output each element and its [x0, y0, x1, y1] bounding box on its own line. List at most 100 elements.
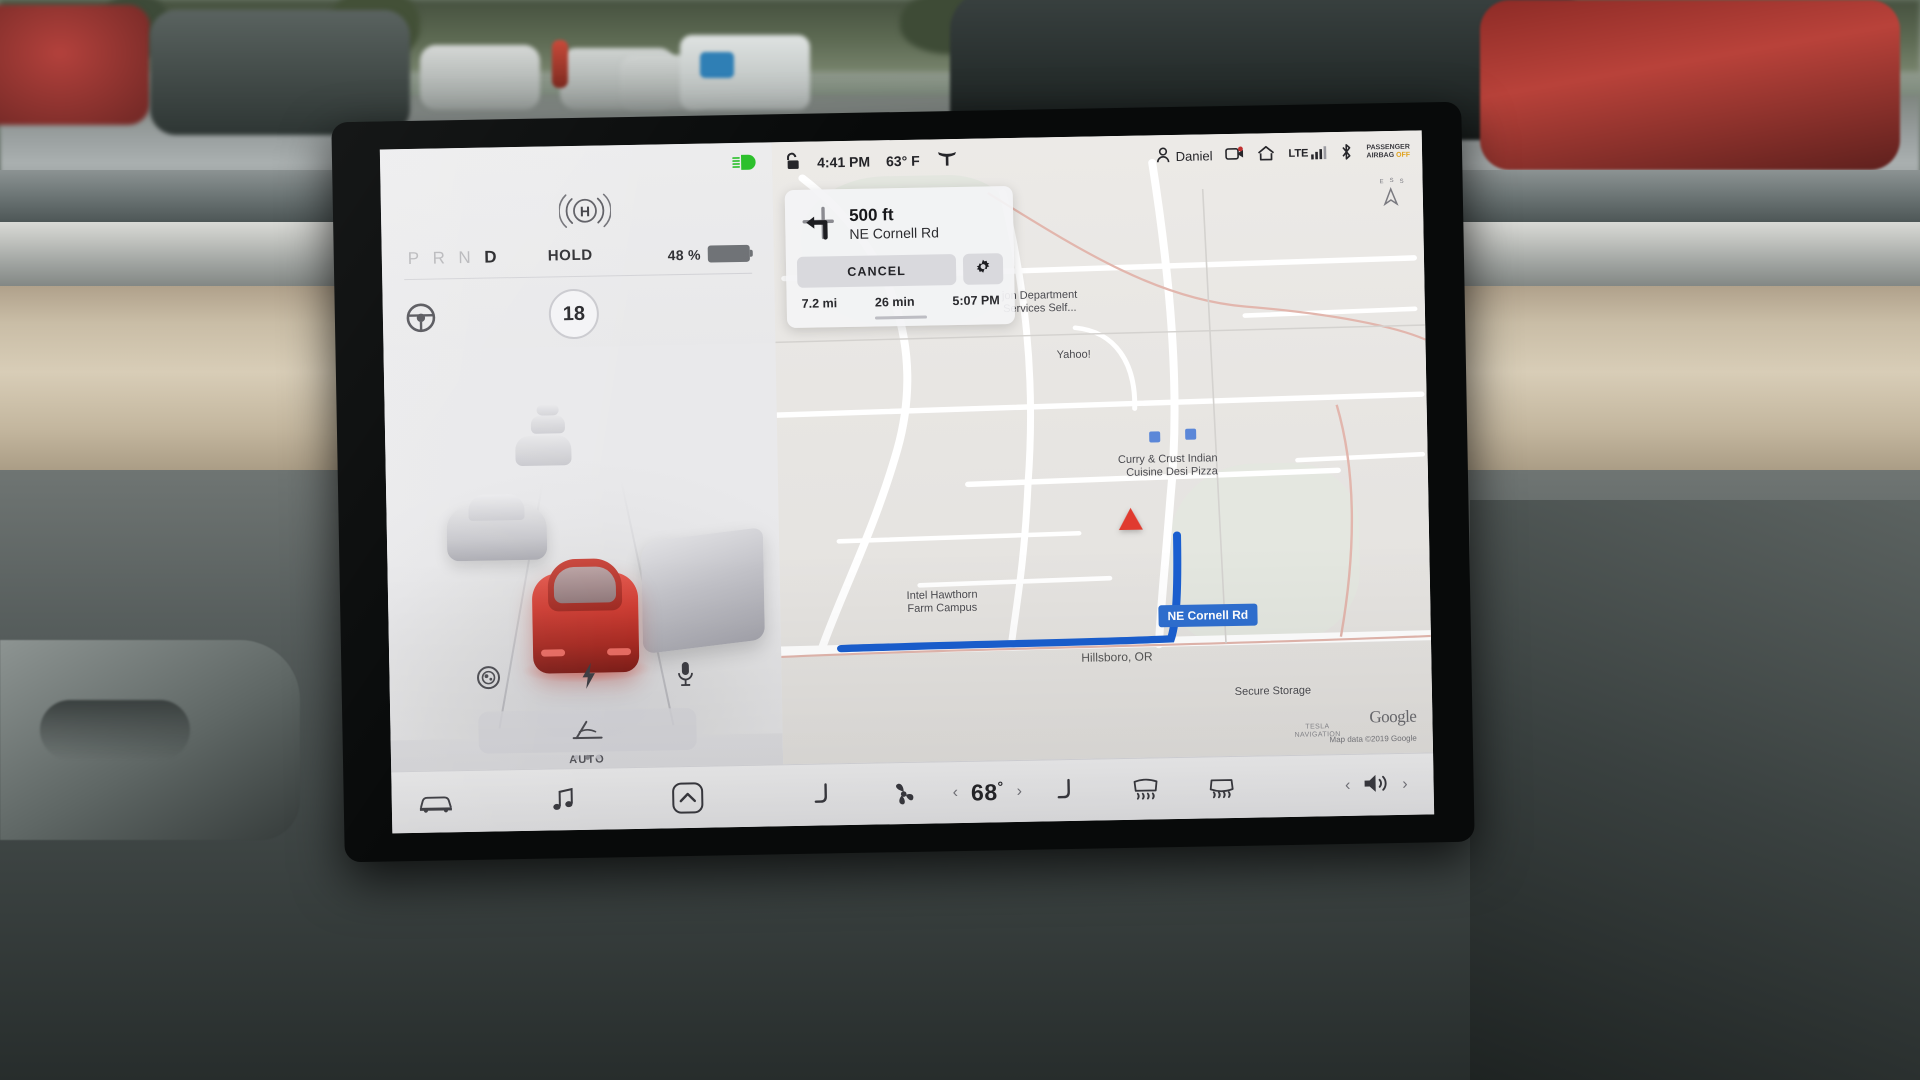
tesla-touchscreen[interactable]: H P R N D HOLD 48 % 18 AUTO jon Departme…: [379, 130, 1435, 834]
airbag-line2: AIRBAG: [1366, 151, 1395, 160]
detected-vehicle-far: [536, 404, 559, 416]
temperature-value: 68°: [970, 777, 1004, 806]
gear-p: P: [407, 248, 420, 269]
drive-panel-status-icons: [380, 142, 773, 191]
seat-heater-left-icon[interactable]: [812, 782, 830, 808]
dashcam-icon[interactable]: [476, 664, 502, 690]
poi-label[interactable]: Secure Storage: [1218, 684, 1328, 699]
gear-n: N: [458, 247, 472, 268]
navigation-map[interactable]: jon Department Services Self... Yahoo! Cu…: [771, 130, 1434, 765]
charging-bolt-icon[interactable]: [578, 662, 599, 690]
poi-pin-red-icon[interactable]: [1220, 452, 1233, 465]
headlight-beam-icon[interactable]: [732, 154, 758, 174]
driver-profile[interactable]: Daniel: [1155, 146, 1213, 166]
driving-visualization-panel[interactable]: H P R N D HOLD 48 % 18 AUTO: [379, 142, 784, 772]
svg-text:S: S: [1390, 178, 1394, 184]
nav-street-name: NE Cornell Rd: [849, 224, 940, 243]
dashcam-record-icon[interactable]: [1225, 146, 1244, 164]
cellular-bars-icon: [1311, 145, 1327, 162]
van-logo: [700, 52, 734, 78]
steering-wheel-icon[interactable]: [405, 302, 438, 338]
hold-label: HOLD: [547, 246, 593, 265]
media-previous-button[interactable]: ‹: [1345, 776, 1351, 794]
detected-vehicle-right: [641, 527, 765, 655]
signal-label: LTE: [1288, 147, 1309, 160]
nav-distance: 500 ft: [848, 204, 894, 225]
google-logo: Google: [1369, 706, 1417, 727]
battery-indicator[interactable]: 48 %: [668, 244, 750, 264]
seat-heater-right-icon[interactable]: [1056, 777, 1074, 803]
cellular-status[interactable]: LTE: [1288, 145, 1327, 163]
parked-car: [420, 45, 540, 110]
battery-icon: [707, 244, 750, 263]
adjacent-red-car: [1480, 0, 1900, 170]
page-dot[interactable]: [573, 754, 579, 761]
poi-pin-blue-icon[interactable]: [1114, 344, 1127, 357]
pedestrian: [552, 40, 568, 88]
media-next-button[interactable]: ›: [1402, 775, 1408, 793]
fan-icon[interactable]: [888, 778, 919, 809]
map-attribution: Map data ©2019 Google: [1329, 733, 1417, 745]
trip-summary: 7.2 mi 26 min 5:07 PM: [787, 293, 1015, 318]
poi-pin-blue-icon[interactable]: [1012, 590, 1025, 603]
temperature-increase-button[interactable]: ›: [1017, 782, 1023, 800]
nav-actions-row[interactable]: CANCEL: [786, 253, 1015, 297]
bluetooth-icon[interactable]: [1340, 142, 1353, 163]
person-icon: [1155, 146, 1169, 166]
page-dot[interactable]: [595, 754, 601, 760]
door-handle: [40, 700, 190, 760]
poi-pin-blue-icon[interactable]: [1107, 292, 1120, 305]
microphone-icon[interactable]: [675, 660, 696, 688]
poi-pin-red-icon[interactable]: [1322, 684, 1335, 697]
volume-control[interactable]: ‹ ›: [1345, 771, 1408, 799]
music-note-icon[interactable]: [550, 787, 576, 813]
page-dot-active[interactable]: [584, 754, 590, 760]
compass-rose-icon[interactable]: E S S: [1372, 173, 1409, 210]
outside-temperature: 63° F: [885, 152, 920, 170]
poi-label[interactable]: Intel Hawthorn Farm Campus: [876, 588, 1008, 617]
gear-icon: [974, 258, 992, 279]
rear-defrost-icon[interactable]: [1132, 777, 1160, 802]
hold-brake-icon: H: [558, 193, 612, 231]
screen-main-area: H P R N D HOLD 48 % 18 AUTO jon Departme…: [379, 130, 1434, 772]
parked-car: [0, 5, 150, 125]
chevron-up-icon[interactable]: [671, 781, 704, 814]
gear-d-active: D: [484, 247, 498, 267]
svg-text:H: H: [580, 203, 590, 219]
ego-taillight-left: [541, 649, 566, 657]
ego-taillight-right: [607, 648, 632, 656]
speaker-volume-icon[interactable]: [1361, 771, 1391, 799]
navigation-instruction-card[interactable]: 500 ft NE Cornell Rd CANCEL 7.2 mi 26 mi…: [784, 185, 1016, 329]
svg-text:S: S: [1400, 179, 1404, 185]
status-bar-left: 4:41 PM 63° F: [772, 149, 958, 174]
temperature-decrease-button[interactable]: ‹: [953, 784, 959, 802]
poi-label[interactable]: Curry & Crust Indian Cuisine Desi Pizza: [1066, 452, 1218, 482]
speed-limit-sign: 18: [548, 288, 600, 340]
car-controls-icon[interactable]: [418, 791, 454, 814]
wiper-control-button[interactable]: [478, 707, 697, 754]
touchscreen-bezel: H P R N D HOLD 48 % 18 AUTO jon Departme…: [331, 101, 1475, 863]
unlocked-padlock-icon[interactable]: [784, 152, 801, 174]
gear-selector-indicator: P R N D: [408, 247, 498, 269]
navigation-settings-button[interactable]: [962, 253, 1004, 285]
route-road-shield: NE Cornell Rd: [1158, 603, 1258, 628]
nav-provider-line1: TESLA: [1305, 722, 1330, 731]
card-drag-handle[interactable]: [874, 315, 928, 320]
trip-arrival-time: 5:07 PM: [952, 293, 1000, 309]
nav-maneuver-row: 500 ft NE Cornell Rd: [785, 186, 1014, 257]
transit-marker-icon[interactable]: [1149, 431, 1161, 443]
passenger-airbag-status: PASSENGER AIRBAG OFF: [1366, 144, 1410, 160]
gear-r: R: [432, 248, 446, 268]
ego-vehicle-model: [521, 552, 652, 685]
svg-text:E: E: [1380, 179, 1384, 185]
trip-duration: 26 min: [874, 294, 915, 310]
climate-temperature-control[interactable]: ‹ 68° ›: [952, 777, 1023, 807]
profile-name: Daniel: [1175, 147, 1213, 164]
poi-label[interactable]: Yahoo!: [1034, 348, 1114, 363]
tesla-t-icon[interactable]: [935, 150, 957, 170]
detected-vehicle-far: [530, 415, 566, 434]
home-icon[interactable]: [1257, 145, 1275, 164]
cancel-navigation-button[interactable]: CANCEL: [796, 253, 957, 288]
front-defrost-icon[interactable]: [1208, 775, 1236, 800]
transit-marker-icon[interactable]: [1185, 428, 1197, 440]
